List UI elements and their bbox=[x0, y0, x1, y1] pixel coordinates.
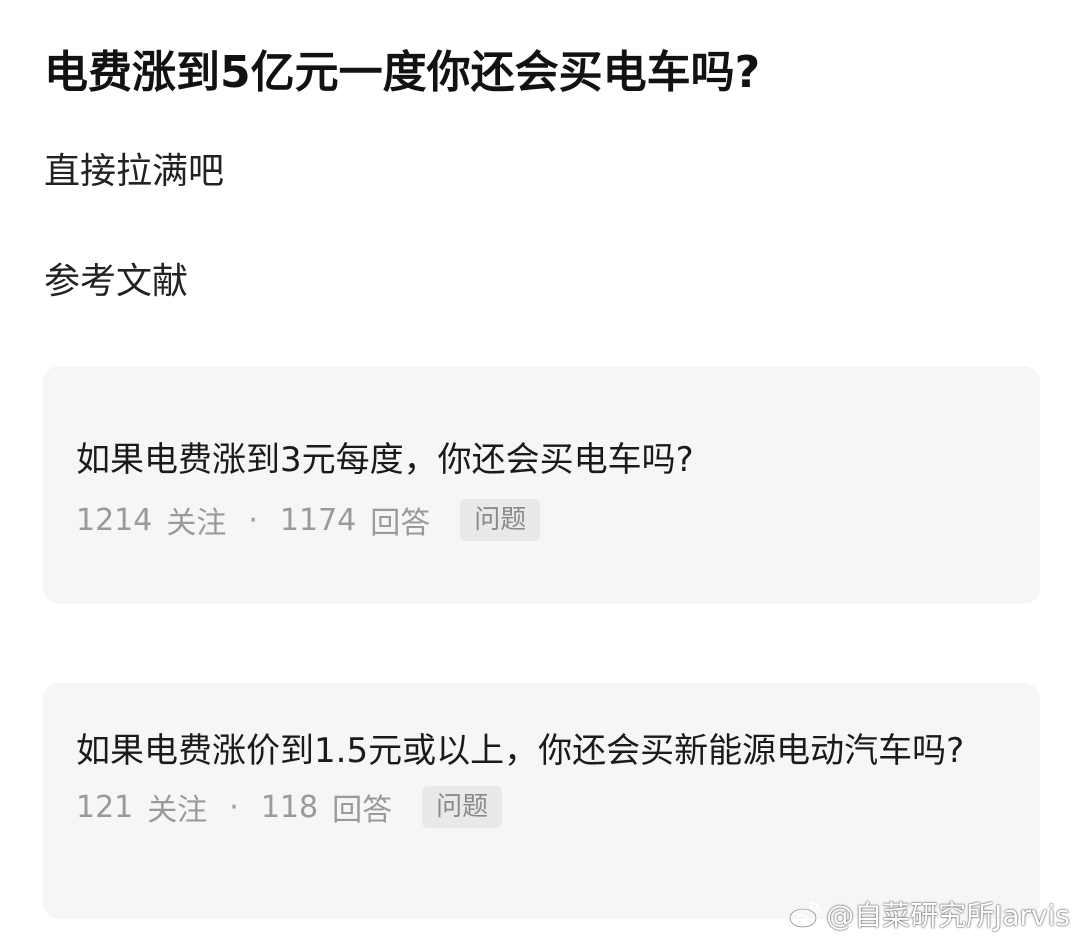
followers-label: 关注 bbox=[147, 793, 208, 828]
watermark-text: @自菜研究所Jarvis bbox=[826, 899, 1070, 932]
page-title: 电费涨到5亿元一度你还会买电车吗? bbox=[44, 47, 761, 98]
meta-separator: · bbox=[248, 502, 258, 538]
answers-count: 118 bbox=[260, 789, 319, 825]
reference-question-title[interactable]: 如果电费涨到3元每度，你还会买电车吗? bbox=[76, 432, 1010, 488]
references-heading: 参考文献 bbox=[44, 261, 189, 302]
answers-count: 1174 bbox=[279, 502, 357, 538]
question-tag: 问题 bbox=[460, 499, 541, 541]
followers-count: 1214 bbox=[76, 502, 153, 538]
answers-label: 回答 bbox=[370, 506, 431, 541]
weibo-icon bbox=[789, 901, 821, 929]
reference-card[interactable]: 如果电费涨价到1.5元或以上，你还会买新能源电动汽车吗? 121 关注 · 11… bbox=[43, 683, 1040, 919]
reference-meta: 121 关注 · 118 回答 问题 bbox=[76, 785, 1010, 829]
followers-label: 关注 bbox=[166, 506, 227, 541]
reference-question-title[interactable]: 如果电费涨价到1.5元或以上，你还会买新能源电动汽车吗? bbox=[76, 723, 1010, 779]
reference-meta: 1214 关注 · 1174 回答 问题 bbox=[76, 498, 1010, 542]
reference-card[interactable]: 如果电费涨到3元每度，你还会买电车吗? 1214 关注 · 1174 回答 问题 bbox=[43, 366, 1040, 604]
followers-count: 121 bbox=[76, 789, 134, 825]
watermark: @自菜研究所Jarvis bbox=[788, 894, 1070, 934]
answer-text: 直接拉满吧 bbox=[44, 151, 225, 192]
question-tag: 问题 bbox=[422, 786, 503, 828]
meta-separator: · bbox=[229, 789, 239, 825]
answers-label: 回答 bbox=[332, 793, 393, 828]
